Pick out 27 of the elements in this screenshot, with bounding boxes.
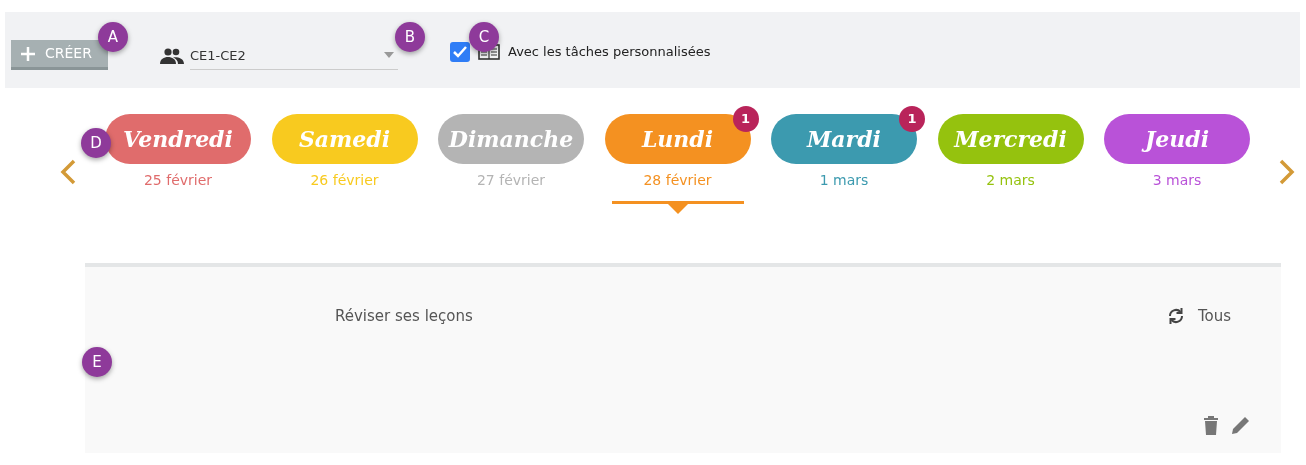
- count-badge: 1: [732, 106, 759, 132]
- day-tab[interactable]: Vendredi: [105, 114, 251, 164]
- callout-marker: E: [82, 347, 112, 377]
- day-date: 25 février: [143, 171, 213, 190]
- create-button[interactable]: CRÉER: [11, 40, 108, 70]
- count-badge: 1: [899, 106, 925, 132]
- plus-icon: [21, 46, 35, 61]
- day-tab[interactable]: Samedi: [271, 114, 418, 164]
- callout-marker: D: [81, 128, 111, 158]
- day-date: 3 mars: [1152, 171, 1202, 190]
- dropdown-arrow-icon: [384, 51, 394, 58]
- task-title: Réviser ses leçons: [335, 306, 473, 327]
- day-date: 26 février: [310, 171, 379, 190]
- day-date: 28 février: [643, 171, 712, 190]
- edit-icon[interactable]: [1231, 415, 1251, 435]
- day-tab[interactable]: Mercredi: [937, 114, 1084, 164]
- day-tab[interactable]: Dimanche: [438, 114, 584, 164]
- group-icon: [160, 47, 184, 64]
- custom-tasks-label: Avec les tâches personnalisées: [508, 43, 711, 62]
- delete-icon[interactable]: [1203, 415, 1219, 435]
- day-date: 1 mars: [819, 171, 869, 190]
- day-date: 27 février: [476, 171, 546, 190]
- day-date: 2 mars: [986, 171, 1035, 190]
- recurrence-label: Tous: [1197, 306, 1231, 327]
- group-select[interactable]: CE1-CE2: [190, 41, 398, 70]
- day-tab[interactable]: Jeudi: [1104, 114, 1250, 164]
- checkbox[interactable]: [450, 42, 470, 62]
